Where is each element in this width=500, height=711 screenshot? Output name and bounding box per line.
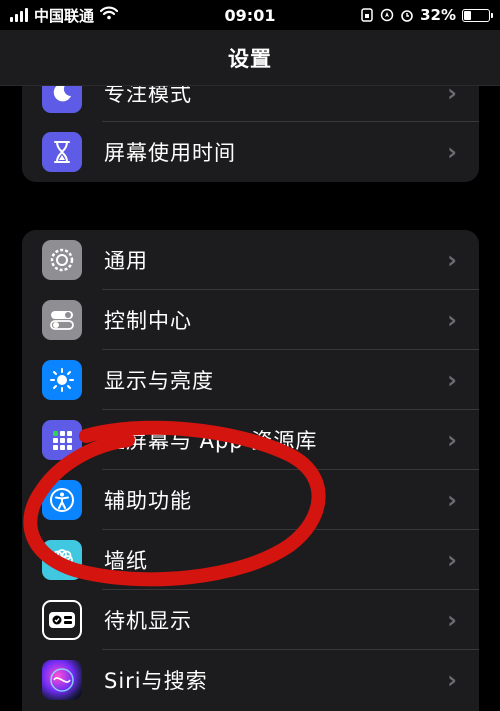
chevron-right-icon: › bbox=[447, 546, 457, 574]
chevron-right-icon: › bbox=[447, 426, 457, 454]
settings-row-general[interactable]: 通用 › bbox=[22, 230, 479, 290]
settings-row-label: 显示与亮度 bbox=[104, 369, 214, 393]
settings-row-display-brightness[interactable]: 显示与亮度 › bbox=[22, 350, 479, 410]
wifi-icon bbox=[99, 6, 119, 24]
navigation-bar: 设置 bbox=[0, 30, 500, 86]
settings-row-standby[interactable]: 待机显示 › bbox=[22, 590, 479, 650]
settings-row-screen-time[interactable]: 屏幕使用时间 › bbox=[22, 122, 479, 182]
flower-icon bbox=[42, 540, 82, 580]
chevron-right-icon: › bbox=[447, 606, 457, 634]
toggles-icon bbox=[42, 300, 82, 340]
chevron-right-icon: › bbox=[447, 246, 457, 274]
battery-percent: 32% bbox=[420, 6, 456, 24]
settings-row-label: 待机显示 bbox=[104, 609, 192, 633]
settings-row-siri-search[interactable]: Siri与搜索 › bbox=[22, 650, 479, 710]
settings-row-label: 通用 bbox=[104, 249, 148, 273]
chevron-right-icon: › bbox=[447, 306, 457, 334]
status-left: 中国联通 bbox=[10, 5, 119, 26]
home-grid-icon bbox=[42, 420, 82, 460]
settings-row-accessibility[interactable]: 辅助功能 › bbox=[22, 470, 479, 530]
siri-icon bbox=[42, 660, 82, 700]
battery-icon bbox=[462, 8, 493, 22]
settings-row-label: 主屏幕与 App 资源库 bbox=[104, 429, 318, 453]
chevron-right-icon: › bbox=[447, 366, 457, 394]
settings-group-general: 通用 › 控制中心 › 显示与亮度 › 主屏幕与 App 资源库 › 辅助功能 … bbox=[22, 230, 479, 711]
settings-row-control-center[interactable]: 控制中心 › bbox=[22, 290, 479, 350]
settings-row-label: 屏幕使用时间 bbox=[104, 141, 236, 165]
hourglass-icon bbox=[42, 132, 82, 172]
chevron-right-icon: › bbox=[447, 138, 457, 166]
chevron-right-icon: › bbox=[447, 666, 457, 694]
status-bar: 中国联通 09:01 32% bbox=[0, 0, 500, 30]
signal-icon bbox=[10, 8, 28, 22]
standby-icon bbox=[42, 600, 82, 640]
settings-screen: 中国联通 09:01 32% 专注模式 › 屏幕使用时间 › 设置 通用 › 控… bbox=[0, 0, 500, 711]
location-icon bbox=[380, 8, 394, 22]
chevron-right-icon: › bbox=[447, 486, 457, 514]
accessibility-icon bbox=[42, 480, 82, 520]
alarm-icon bbox=[400, 8, 414, 22]
lock-rotation-icon bbox=[360, 8, 374, 22]
status-right: 32% bbox=[360, 6, 493, 24]
gear-icon bbox=[42, 240, 82, 280]
clock-time: 09:01 bbox=[224, 5, 276, 25]
settings-row-label: 辅助功能 bbox=[104, 489, 192, 513]
settings-row-label: 墙纸 bbox=[104, 549, 148, 573]
settings-row-home-screen[interactable]: 主屏幕与 App 资源库 › bbox=[22, 410, 479, 470]
carrier-name: 中国联通 bbox=[34, 6, 95, 25]
page-title: 设置 bbox=[228, 46, 272, 71]
sun-icon bbox=[42, 360, 82, 400]
settings-row-label: Siri与搜索 bbox=[104, 669, 208, 693]
settings-row-wallpaper[interactable]: 墙纸 › bbox=[22, 530, 479, 590]
settings-row-label: 控制中心 bbox=[104, 309, 192, 333]
